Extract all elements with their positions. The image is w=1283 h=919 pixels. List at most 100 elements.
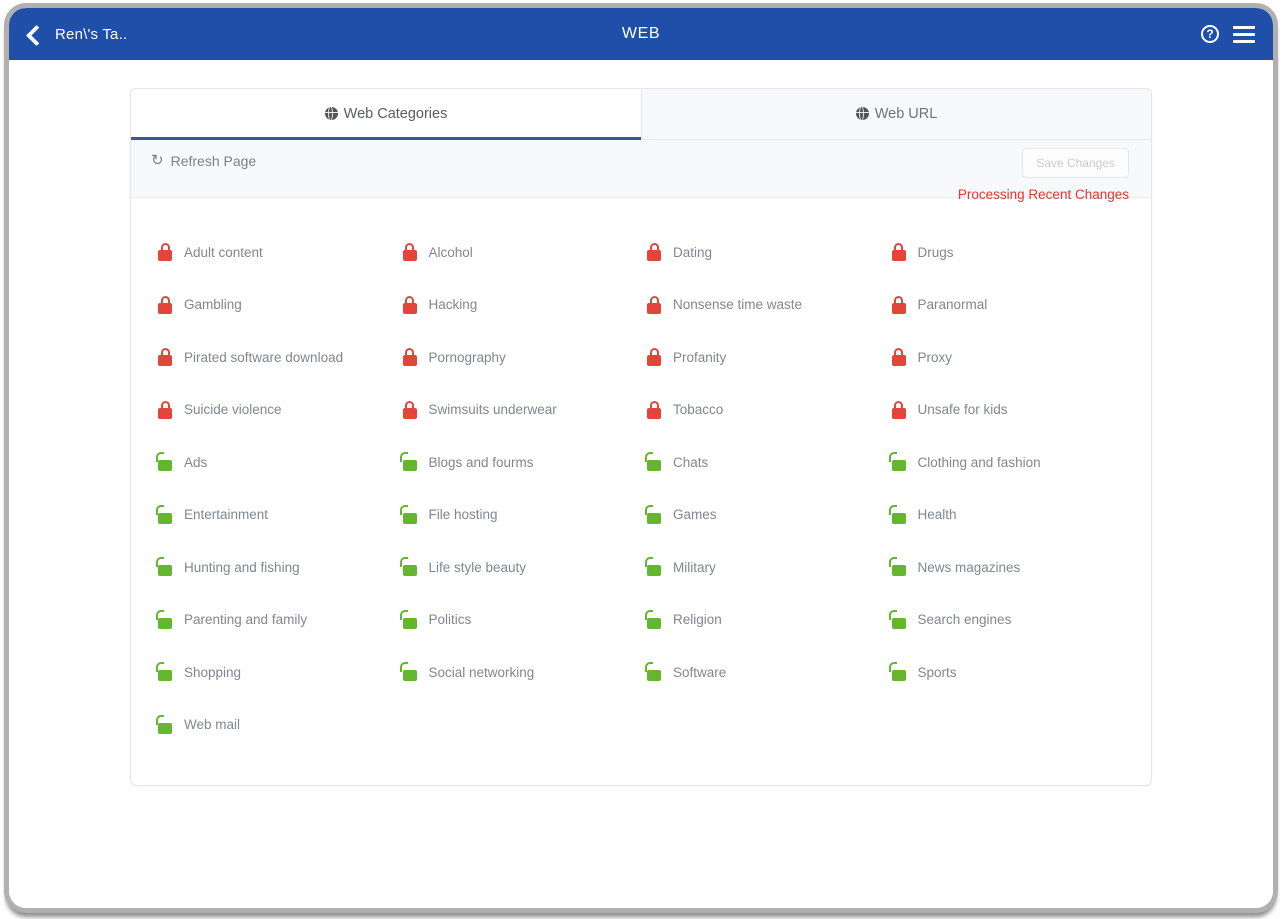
padlock-closed-icon[interactable]: [647, 400, 661, 419]
category-item[interactable]: Blogs and fourms: [396, 436, 641, 489]
category-label: Dating: [673, 244, 713, 260]
padlock-open-icon[interactable]: [889, 662, 906, 682]
category-item[interactable]: Gambling: [151, 279, 396, 332]
category-label: Tobacco: [673, 402, 724, 418]
category-label: Games: [673, 507, 717, 523]
padlock-open-icon[interactable]: [644, 662, 661, 682]
category-grid: Adult content Alcohol Dating Drugs Gambling H…: [131, 198, 1151, 785]
category-item[interactable]: Paranormal: [885, 279, 1130, 332]
category-item[interactable]: Web mail: [151, 699, 396, 752]
category-item[interactable]: Tobacco: [640, 384, 885, 437]
padlock-open-icon[interactable]: [155, 662, 172, 682]
padlock-closed-icon[interactable]: [891, 243, 906, 262]
category-label: Web mail: [184, 717, 241, 733]
padlock-open-icon[interactable]: [889, 504, 906, 524]
tab-web-url[interactable]: Web URL: [641, 89, 1151, 139]
category-label: Shopping: [184, 664, 242, 680]
padlock-closed-icon[interactable]: [647, 295, 661, 314]
padlock-closed-icon[interactable]: [891, 400, 906, 419]
back-button[interactable]: Ren\'s Ta..: [25, 26, 127, 43]
category-item[interactable]: News magazines: [885, 541, 1130, 594]
category-item[interactable]: Unsafe for kids: [885, 384, 1130, 437]
padlock-open-icon[interactable]: [644, 557, 661, 577]
padlock-open-icon[interactable]: [644, 609, 661, 629]
padlock-open-icon[interactable]: [889, 609, 906, 629]
padlock-closed-icon[interactable]: [402, 243, 417, 262]
category-item[interactable]: Alcohol: [396, 226, 641, 279]
padlock-open-icon[interactable]: [400, 452, 417, 472]
tab-web-categories-label: Web Categories: [343, 106, 448, 122]
padlock-open-icon[interactable]: [155, 714, 172, 734]
padlock-open-icon[interactable]: [155, 557, 172, 577]
padlock-open-icon[interactable]: [400, 504, 417, 524]
padlock-closed-icon[interactable]: [158, 348, 172, 367]
category-item[interactable]: Health: [885, 489, 1130, 542]
refresh-page-button[interactable]: ↻ Refresh Page: [151, 153, 256, 169]
help-circle-icon[interactable]: ?: [1201, 25, 1219, 43]
category-label: Hacking: [428, 297, 478, 313]
padlock-open-icon[interactable]: [644, 452, 661, 472]
category-item[interactable]: Social networking: [396, 646, 641, 699]
padlock-open-icon[interactable]: [644, 504, 661, 524]
padlock-closed-icon[interactable]: [402, 295, 417, 314]
category-item[interactable]: Drugs: [885, 226, 1130, 279]
category-item[interactable]: Sports: [885, 646, 1130, 699]
category-item[interactable]: Profanity: [640, 331, 885, 384]
padlock-open-icon[interactable]: [400, 609, 417, 629]
padlock-closed-icon[interactable]: [891, 348, 906, 367]
category-label: Search engines: [917, 612, 1012, 628]
padlock-open-icon[interactable]: [889, 557, 906, 577]
padlock-open-icon[interactable]: [155, 504, 172, 524]
category-label: Chats: [673, 454, 709, 470]
category-label: Nonsense time waste: [673, 297, 803, 313]
refresh-page-label: Refresh Page: [170, 152, 257, 169]
category-item[interactable]: Parenting and family: [151, 594, 396, 647]
padlock-closed-icon[interactable]: [647, 243, 661, 262]
category-item[interactable]: Dating: [640, 226, 885, 279]
padlock-open-icon[interactable]: [889, 452, 906, 472]
category-item[interactable]: Entertainment: [151, 489, 396, 542]
category-item[interactable]: Hunting and fishing: [151, 541, 396, 594]
category-item[interactable]: Adult content: [151, 226, 396, 279]
category-item[interactable]: Religion: [640, 594, 885, 647]
category-item[interactable]: Hacking: [396, 279, 641, 332]
padlock-open-icon[interactable]: [400, 662, 417, 682]
padlock-closed-icon[interactable]: [647, 348, 661, 367]
category-item[interactable]: Suicide violence: [151, 384, 396, 437]
category-item[interactable]: Pornography: [396, 331, 641, 384]
app-body: Web Categories Web URL ↻ Refresh Page Sa…: [9, 60, 1273, 908]
category-item[interactable]: Life style beauty: [396, 541, 641, 594]
padlock-closed-icon[interactable]: [402, 400, 417, 419]
padlock-open-icon[interactable]: [400, 557, 417, 577]
category-item[interactable]: Pirated software download: [151, 331, 396, 384]
tab-web-categories[interactable]: Web Categories: [131, 89, 641, 140]
tab-web-url-label: Web URL: [874, 106, 938, 122]
category-item[interactable]: Politics: [396, 594, 641, 647]
category-item[interactable]: Games: [640, 489, 885, 542]
screenshot-root: Ren\'s Ta.. WEB ? Web Categories Web URL…: [0, 0, 1283, 919]
category-item[interactable]: Chats: [640, 436, 885, 489]
padlock-closed-icon[interactable]: [158, 243, 172, 262]
padlock-closed-icon[interactable]: [402, 348, 417, 367]
category-label: Swimsuits underwear: [428, 402, 557, 418]
category-item[interactable]: Swimsuits underwear: [396, 384, 641, 437]
padlock-closed-icon[interactable]: [891, 295, 906, 314]
category-item[interactable]: Clothing and fashion: [885, 436, 1130, 489]
category-label: Entertainment: [184, 507, 269, 523]
category-item[interactable]: File hosting: [396, 489, 641, 542]
category-item[interactable]: Software: [640, 646, 885, 699]
category-item[interactable]: Shopping: [151, 646, 396, 699]
padlock-open-icon[interactable]: [155, 452, 172, 472]
category-item[interactable]: Nonsense time waste: [640, 279, 885, 332]
category-label: Ads: [184, 454, 208, 470]
category-item[interactable]: Military: [640, 541, 885, 594]
category-item[interactable]: Search engines: [885, 594, 1130, 647]
padlock-closed-icon[interactable]: [158, 400, 172, 419]
padlock-open-icon[interactable]: [155, 609, 172, 629]
category-label: Proxy: [917, 349, 953, 365]
save-changes-button[interactable]: Save Changes: [1022, 148, 1129, 178]
padlock-closed-icon[interactable]: [158, 295, 172, 314]
hamburger-menu-icon[interactable]: [1233, 25, 1255, 43]
category-item[interactable]: Proxy: [885, 331, 1130, 384]
category-item[interactable]: Ads: [151, 436, 396, 489]
